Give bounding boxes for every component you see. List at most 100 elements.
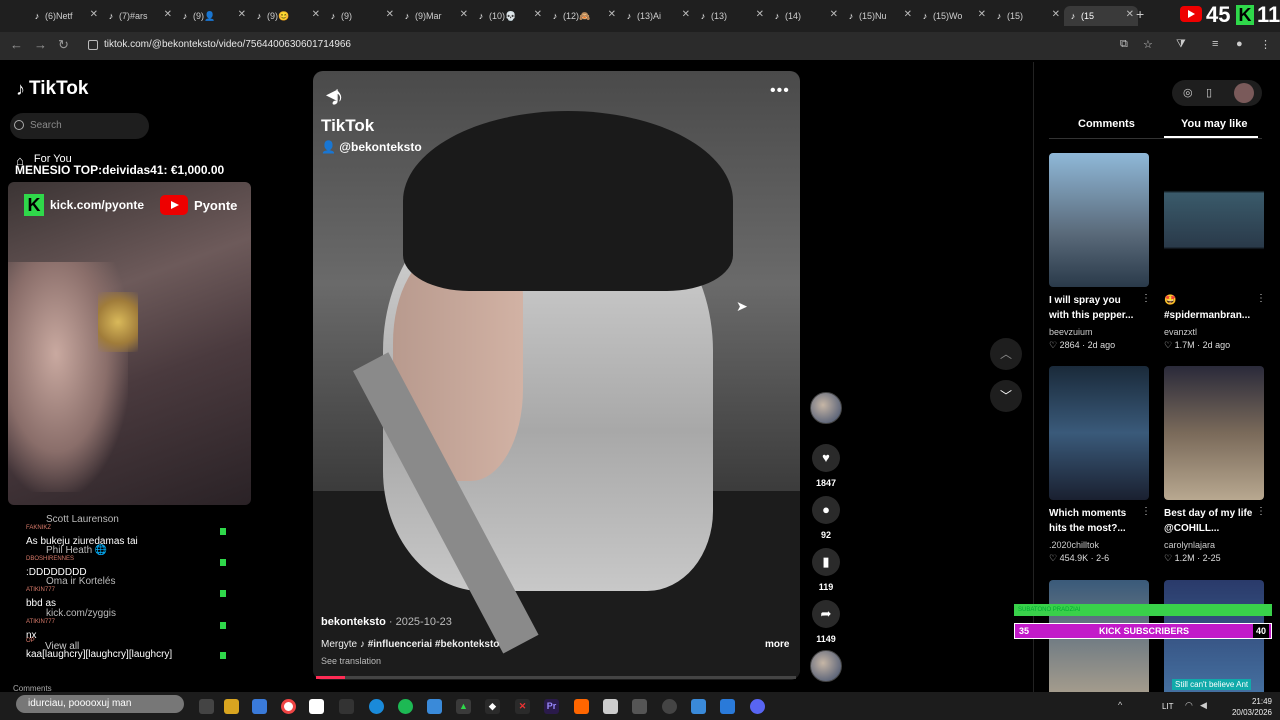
video-progress-bar[interactable] [316,676,796,679]
card-author[interactable]: evanzxtl [1164,327,1197,337]
card-thumbnail[interactable] [1049,366,1149,500]
close-tab-icon[interactable]: ✕ [756,9,764,20]
brave-icon[interactable] [574,699,589,714]
language-indicator[interactable]: LIT [1162,702,1174,711]
device-icon[interactable]: ▯ [1206,86,1212,99]
profile-avatar[interactable] [1234,83,1254,103]
wifi-icon[interactable]: ◠ [1185,700,1193,711]
close-tab-icon[interactable]: ✕ [90,9,98,20]
music-disc-avatar[interactable] [810,650,842,682]
author-name[interactable]: bekontekst [321,616,379,628]
close-tab-icon[interactable]: ✕ [386,9,394,20]
browser-tab[interactable]: ♪ (13)Ai ✕ [620,6,694,26]
browser-tab[interactable]: ♪ (15)Wo ✕ [916,6,990,26]
browser-tab[interactable]: ♪ (10)💀 ✕ [472,6,546,26]
premiere-icon[interactable]: Pr [544,699,559,714]
browser-tab[interactable]: ♪ (6)Netf ✕ [28,6,102,26]
like-icon[interactable]: ♥ [812,444,840,472]
close-tab-icon[interactable]: ✕ [608,9,616,20]
browser-tab[interactable]: ♪ (15 ✕ [1064,6,1138,26]
more-options-icon[interactable]: ••• [770,82,790,100]
desc-hashtags[interactable]: #influenceriai #bekontekst [368,639,494,650]
obs-icon[interactable]: ▲ [456,699,471,714]
card-author[interactable]: beevzuium [1049,327,1093,337]
card-title[interactable]: Which moments hits the most?... [1049,506,1139,536]
tab-comments[interactable]: Comments [1078,118,1135,130]
card-author[interactable]: .2020chilltok [1049,540,1099,550]
taskview-icon[interactable] [199,699,214,714]
browser-tab[interactable]: ♪ (9)😊 ✕ [250,6,324,26]
docs-icon[interactable] [691,699,706,714]
close-tab-icon[interactable]: ✕ [1052,9,1060,20]
share-icon[interactable]: ➦ [812,600,840,628]
mail-icon[interactable] [720,699,735,714]
tiktok-logo[interactable]: ♪ TikTok [16,78,88,100]
tab-you-may-like[interactable]: You may like [1181,118,1247,130]
browser-tab[interactable]: ♪ (7)#ars ✕ [102,6,176,26]
menu-icon[interactable]: ⋮ [1260,38,1271,51]
close-tab-icon[interactable]: ✕ [904,9,912,20]
new-tab-button[interactable]: + [1136,6,1144,22]
volume-icon[interactable]: ◀ [1200,700,1207,711]
close-tab-icon[interactable]: ✕ [312,9,320,20]
steam-icon[interactable] [662,699,677,714]
reload-icon[interactable]: ↻ [58,37,69,53]
browser-tab[interactable]: ♪ (15)Nu ✕ [842,6,916,26]
photos-icon[interactable] [427,699,442,714]
close-tab-icon[interactable]: ✕ [534,9,542,20]
browser-tab[interactable]: ♪ (15) ✕ [990,6,1064,26]
chrome-icon[interactable] [281,699,296,714]
tray-chevron-icon[interactable]: ^ [1118,700,1122,710]
spotify-icon[interactable] [398,699,413,714]
card-thumbnail[interactable] [1049,153,1149,287]
card-menu-icon[interactable]: ⋮ [1141,293,1151,304]
close-tab-icon[interactable]: ✕ [460,9,468,20]
browser-tab[interactable]: ♪ (9)Mar ✕ [398,6,472,26]
app-red-icon[interactable]: ✕ [515,699,530,714]
media-icon[interactable]: ≡ [1212,38,1218,50]
tools-icon[interactable] [632,699,647,714]
store-icon[interactable] [252,699,267,714]
profile-icon[interactable]: ● [1236,38,1243,50]
next-video-icon[interactable]: ﹀ [990,380,1022,412]
chat-input[interactable]: idurciau, pooooxuj man [16,695,184,713]
save-icon[interactable]: ▮ [812,548,840,576]
file-icon[interactable] [603,699,618,714]
card-thumbnail[interactable] [1164,153,1264,287]
more-button[interactable]: more [765,639,789,650]
edge-icon[interactable] [369,699,384,714]
browser-tab[interactable]: ♪ (9)👤 ✕ [176,6,250,26]
extensions-icon[interactable]: ⧩ [1176,38,1186,51]
card-menu-icon[interactable]: ⋮ [1141,506,1151,517]
cast-icon[interactable]: ⧉ [1120,38,1128,51]
card-author[interactable]: carolynlajara [1164,540,1215,550]
explore-icon[interactable]: ◎ [1183,86,1193,99]
tool-icon[interactable]: ◆ [485,699,500,714]
notepad-icon[interactable] [309,699,324,714]
forward-icon[interactable]: → [34,37,47,52]
discord-icon[interactable] [750,699,765,714]
card-menu-icon[interactable]: ⋮ [1256,293,1266,304]
previous-video-icon[interactable]: ︿ [990,338,1022,370]
app-icon[interactable] [339,699,354,714]
see-translation-link[interactable]: See translation [321,656,381,666]
search-input[interactable]: Search [10,113,149,139]
card-thumbnail[interactable] [1164,366,1264,500]
card-title[interactable]: I will spray you with this pepper... [1049,293,1139,323]
comment-icon[interactable]: ● [812,496,840,524]
video-player[interactable] [313,71,800,680]
back-icon[interactable]: ← [10,37,23,52]
browser-tab[interactable]: ♪ (14) ✕ [768,6,842,26]
view-all-link[interactable]: View all [45,641,79,652]
url-field[interactable]: tiktok.com/@bekonteksto/video/7564400630… [82,36,1112,54]
browser-tab[interactable]: ♪ (12)🙈 ✕ [546,6,620,26]
mute-icon[interactable]: ◀ [326,86,337,103]
browser-tab[interactable]: ♪ (13) ✕ [694,6,768,26]
bookmark-star-icon[interactable]: ☆ [1143,38,1153,51]
close-tab-icon[interactable]: ✕ [830,9,838,20]
close-tab-icon[interactable]: ✕ [1126,9,1134,20]
close-tab-icon[interactable]: ✕ [238,9,246,20]
clock-time[interactable]: 21:49 [1232,697,1272,706]
close-tab-icon[interactable]: ✕ [978,9,986,20]
clock-date[interactable]: 20/03/2026 [1222,708,1272,717]
